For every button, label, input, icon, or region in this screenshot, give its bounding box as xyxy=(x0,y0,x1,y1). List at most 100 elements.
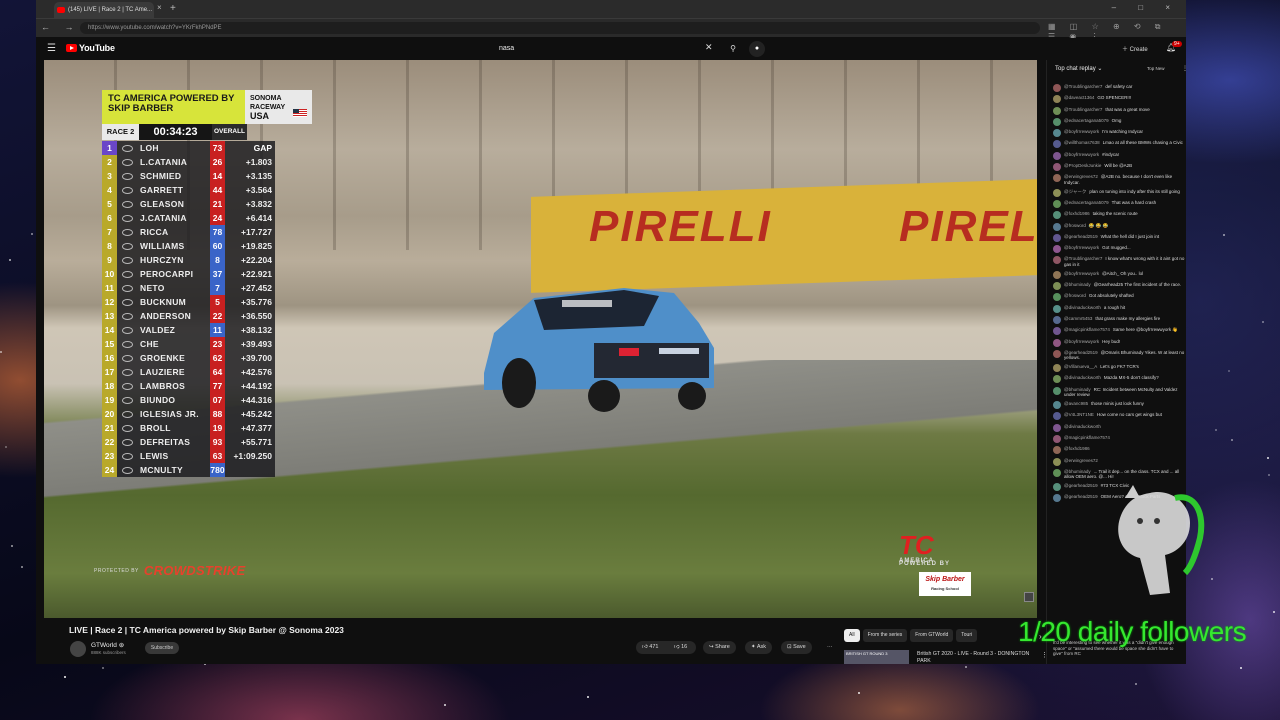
chat-avatar[interactable] xyxy=(1053,106,1061,115)
tab-close-icon[interactable]: × xyxy=(157,3,162,12)
create-button[interactable]: ＋ Create xyxy=(1122,44,1148,53)
save-button[interactable]: ⊡ Save xyxy=(781,641,812,654)
browser-tab[interactable]: (145) LIVE | Race 2 | TC Ame... xyxy=(54,2,154,19)
url-field[interactable]: https://www.youtube.com/watch?v=YKrFkhPN… xyxy=(80,22,1040,34)
hamburger-menu-icon[interactable]: ☰ xyxy=(47,43,56,54)
chat-author[interactable]: @willthomas7638 xyxy=(1064,140,1100,145)
dislike-button[interactable]: 👎︎ 16 xyxy=(668,641,700,654)
chat-avatar[interactable] xyxy=(1053,315,1061,324)
chat-avatar[interactable] xyxy=(1053,270,1061,279)
chat-avatar[interactable] xyxy=(1053,468,1061,477)
chat-author[interactable]: @bhuminady xyxy=(1064,469,1091,474)
chat-avatar[interactable] xyxy=(1053,412,1061,421)
chat-author[interactable]: @foxhd1986 xyxy=(1064,211,1090,216)
chat-avatar[interactable] xyxy=(1053,364,1061,373)
chat-avatar[interactable] xyxy=(1053,349,1061,358)
chat-author[interactable]: @daveact1364 xyxy=(1064,95,1094,100)
chat-author[interactable]: @gearhead2519 xyxy=(1064,234,1098,239)
chat-avatar[interactable] xyxy=(1053,457,1061,466)
chat-author[interactable]: @erwingreves72 xyxy=(1064,458,1098,463)
chat-avatar[interactable] xyxy=(1053,434,1061,443)
top-new-toggle[interactable]: Top New xyxy=(1147,66,1165,71)
video-player[interactable]: PIRELLI PIREL TC AMERICA POWERED BY SKIP… xyxy=(44,60,1037,618)
chat-author[interactable]: @gearhead2519 xyxy=(1064,483,1098,488)
chat-avatar[interactable] xyxy=(1053,375,1061,384)
new-tab-icon[interactable]: + xyxy=(170,3,176,14)
chat-avatar[interactable] xyxy=(1053,256,1061,265)
chat-author[interactable]: @Troublingarcher7 xyxy=(1064,256,1102,261)
chat-author[interactable]: @Troublingarcher7 xyxy=(1064,84,1102,89)
chat-avatar[interactable] xyxy=(1053,282,1061,291)
chat-avatar[interactable] xyxy=(1053,327,1061,336)
chat-avatar[interactable] xyxy=(1053,222,1061,231)
chat-avatar[interactable] xyxy=(1053,188,1061,197)
chat-author[interactable]: @bhuminady xyxy=(1064,387,1091,392)
clear-search-icon[interactable]: ✕ xyxy=(705,42,713,53)
more-actions-button[interactable]: ··· xyxy=(821,641,839,654)
chat-author[interactable]: @magicpinkflame7574 xyxy=(1064,327,1110,332)
chat-author[interactable]: @boyfrrrewwyork xyxy=(1064,129,1099,134)
chat-author[interactable]: @V4L3NT1NE xyxy=(1064,412,1094,417)
chip-filter[interactable]: Touri xyxy=(956,629,978,642)
window-controls[interactable]: – □ × xyxy=(1112,3,1180,12)
chat-avatar[interactable] xyxy=(1053,293,1061,302)
chat-avatar[interactable] xyxy=(1053,199,1061,208)
chat-author[interactable]: @divinaduckworth xyxy=(1064,375,1101,380)
chat-avatar[interactable] xyxy=(1053,245,1061,254)
chat-author[interactable]: @boyfrrrewwyork xyxy=(1064,152,1099,157)
chat-author[interactable]: @frosword xyxy=(1064,293,1086,298)
chat-author[interactable]: @boyfrrrewwyork xyxy=(1064,339,1099,344)
chat-author[interactable]: @avanc985 xyxy=(1064,401,1088,406)
chat-avatar[interactable] xyxy=(1053,211,1061,220)
chat-author[interactable]: @ジャーク xyxy=(1064,189,1086,194)
chat-avatar[interactable] xyxy=(1053,174,1061,183)
chat-avatar[interactable] xyxy=(1053,423,1061,432)
chat-avatar[interactable] xyxy=(1053,151,1061,160)
chat-avatar[interactable] xyxy=(1053,129,1061,138)
chip-filter[interactable]: From GTWorld xyxy=(910,629,954,642)
chat-author[interactable]: @ednacertagana5079 xyxy=(1064,200,1109,205)
chat-avatar[interactable] xyxy=(1053,401,1061,410)
chat-author[interactable]: @gearhead2519 xyxy=(1064,494,1098,499)
chat-author[interactable]: @erwingreves72 xyxy=(1064,174,1098,179)
chat-avatar[interactable] xyxy=(1053,233,1061,242)
chat-author[interactable]: @boyfrrrewwyork xyxy=(1064,271,1099,276)
chip-filter[interactable]: All xyxy=(844,629,860,642)
chat-avatar[interactable] xyxy=(1053,483,1061,492)
channel-avatar[interactable] xyxy=(70,641,86,657)
chip-filter[interactable]: From the series xyxy=(862,629,908,642)
ask-button[interactable]: ✦ Ask xyxy=(745,641,773,654)
chat-avatar[interactable] xyxy=(1053,386,1061,395)
chat-menu-icon[interactable]: ⋮ xyxy=(1182,65,1188,72)
chat-author[interactable]: @frosword xyxy=(1064,223,1086,228)
search-input[interactable]: nasa xyxy=(491,41,717,57)
chat-avatar[interactable] xyxy=(1053,95,1061,104)
chat-avatar[interactable] xyxy=(1053,494,1061,503)
fullscreen-icon[interactable] xyxy=(1024,592,1034,602)
share-button[interactable]: ↪ Share xyxy=(703,641,736,654)
chat-author[interactable]: @PropDeskJunkie xyxy=(1064,163,1101,168)
youtube-logo[interactable]: YouTube xyxy=(66,43,115,53)
chat-avatar[interactable] xyxy=(1053,140,1061,149)
chat-author[interactable]: @cammr5453 xyxy=(1064,316,1092,321)
chat-author[interactable]: @gearhead2519 xyxy=(1064,350,1098,355)
chat-avatar[interactable] xyxy=(1053,304,1061,313)
recommendation-title[interactable]: British GT 2020 - LIVE - Round 3 - DONIN… xyxy=(917,651,1037,664)
chat-author[interactable]: @Villanueva__A xyxy=(1064,364,1097,369)
chat-avatar[interactable] xyxy=(1053,117,1061,126)
microphone-icon[interactable]: ● xyxy=(749,41,765,57)
search-icon[interactable]: ⚲ xyxy=(724,41,742,57)
chat-author[interactable]: @Troublingarcher7 xyxy=(1064,107,1102,112)
chat-author[interactable]: @foxhd1986 xyxy=(1064,446,1090,451)
channel-name[interactable]: GTWorld ⊛ xyxy=(91,641,124,649)
chat-avatar[interactable] xyxy=(1053,84,1061,92)
subscribe-button[interactable]: Subscribe xyxy=(145,642,179,654)
chat-author[interactable]: @magicpinkflame7574 xyxy=(1064,435,1110,440)
chat-avatar[interactable] xyxy=(1053,338,1061,347)
chat-avatar[interactable] xyxy=(1053,163,1061,172)
chat-avatar[interactable] xyxy=(1053,446,1061,455)
chat-author[interactable]: @bhuminady xyxy=(1064,282,1091,287)
recommendation-thumbnail[interactable]: BRITISH GT ROUND 3 xyxy=(844,650,909,664)
chat-author[interactable]: @divinaduckworth xyxy=(1064,424,1101,429)
chat-mode-dropdown[interactable]: Top chat replay ⌄ xyxy=(1055,65,1102,72)
